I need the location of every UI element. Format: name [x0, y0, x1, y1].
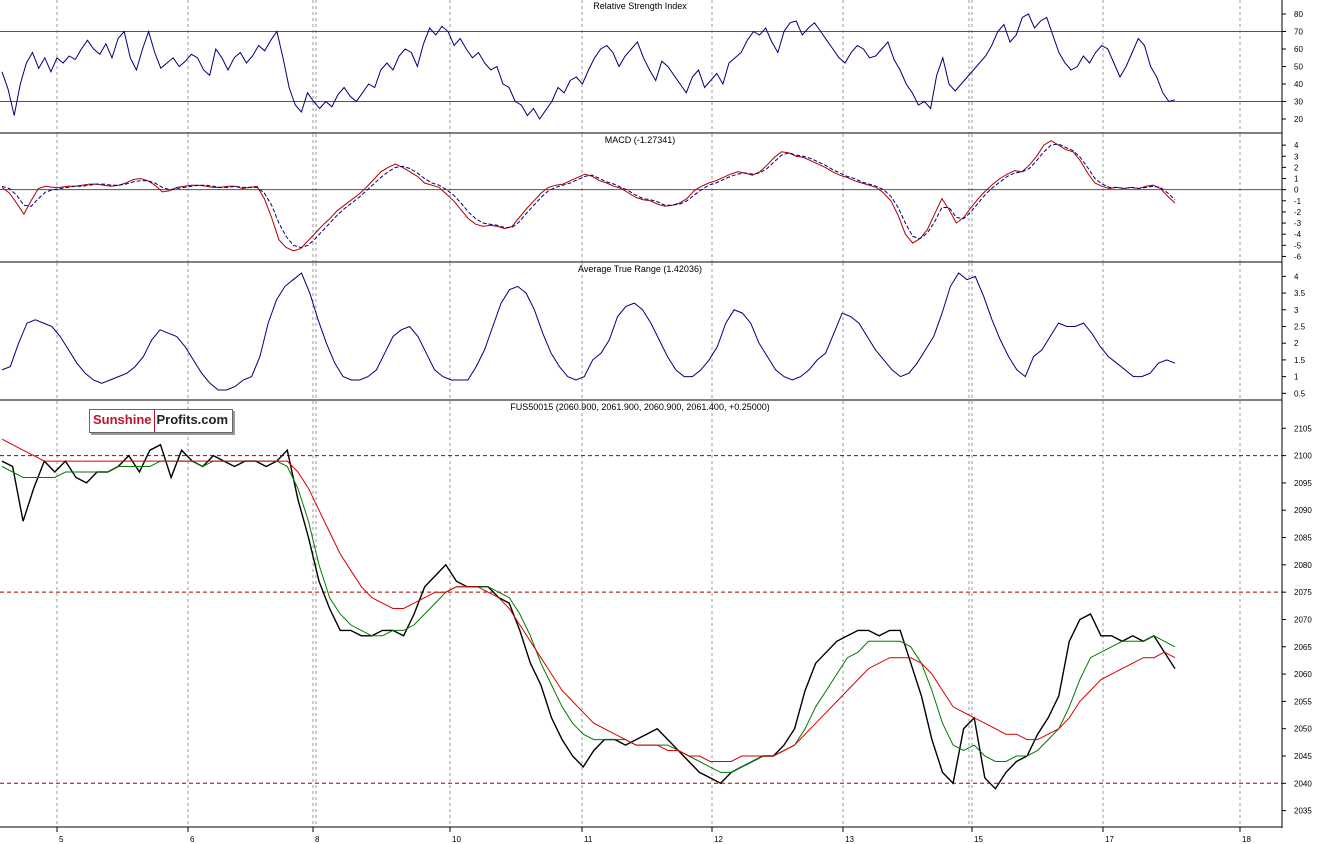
y-tick-label: -2 [1294, 208, 1302, 217]
x-tick-label: 18 [1242, 835, 1251, 844]
y-tick-label: -6 [1294, 252, 1302, 261]
x-tick-label: 11 [584, 835, 593, 844]
y-tick-label: 2035 [1294, 807, 1312, 816]
y-tick-label: 2065 [1294, 643, 1312, 652]
x-tick-label: 12 [714, 835, 723, 844]
y-tick-label: -5 [1294, 241, 1302, 250]
y-tick-label: -1 [1294, 197, 1302, 206]
y-tick-label: 3.5 [1294, 289, 1306, 298]
y-tick-label: 20 [1294, 115, 1303, 124]
logo-part-profits: Profits.com [156, 412, 229, 427]
y-tick-label: -4 [1294, 230, 1302, 239]
y-tick-label: 0 [1294, 186, 1299, 195]
y-tick-label: 2.5 [1294, 322, 1306, 331]
x-tick-label: 5 [59, 835, 64, 844]
y-tick-label: 2050 [1294, 725, 1312, 734]
y-tick-label: 0.5 [1294, 389, 1306, 398]
panel-title: Relative Strength Index [593, 1, 687, 11]
x-tick-label: 15 [974, 835, 983, 844]
panel-title: FUS50015 (2060.900, 2061.900, 2060.900, … [510, 402, 769, 412]
x-tick-label: 17 [1105, 835, 1114, 844]
x-tick-label: 13 [845, 835, 854, 844]
y-tick-label: 2090 [1294, 506, 1312, 515]
y-tick-label: 60 [1294, 45, 1303, 54]
y-tick-label: 2075 [1294, 588, 1312, 597]
y-tick-label: 2045 [1294, 752, 1312, 761]
y-tick-label: 3 [1294, 306, 1299, 315]
y-tick-label: 2105 [1294, 424, 1312, 433]
y-tick-label: 4 [1294, 141, 1299, 150]
y-tick-label: 2080 [1294, 561, 1312, 570]
y-tick-label: 2060 [1294, 670, 1312, 679]
panel-title: MACD (-1.27341) [605, 135, 676, 145]
y-tick-label: 3 [1294, 152, 1299, 161]
y-tick-label: 40 [1294, 80, 1303, 89]
y-tick-label: 80 [1294, 10, 1303, 19]
x-tick-label: 8 [315, 835, 320, 844]
y-tick-label: 2085 [1294, 534, 1312, 543]
y-tick-label: 2055 [1294, 697, 1312, 706]
x-tick-label: 6 [190, 835, 195, 844]
y-tick-label: 50 [1294, 63, 1303, 72]
y-tick-label: 2 [1294, 339, 1299, 348]
y-tick-label: 2040 [1294, 779, 1312, 788]
y-tick-label: -3 [1294, 219, 1302, 228]
sunshine-profits-logo: Sunshine Profits.com [89, 409, 234, 433]
y-tick-label: 2095 [1294, 479, 1312, 488]
x-tick-label: 10 [452, 835, 461, 844]
y-tick-label: 1 [1294, 373, 1299, 382]
y-tick-label: 1.5 [1294, 356, 1306, 365]
y-tick-label: 2070 [1294, 615, 1312, 624]
y-tick-label: 4 [1294, 272, 1299, 281]
y-tick-label: 2100 [1294, 452, 1312, 461]
panel-title: Average True Range (1.42036) [578, 264, 702, 274]
y-tick-label: 70 [1294, 28, 1303, 37]
y-tick-label: 30 [1294, 98, 1303, 107]
logo-part-sunshine: Sunshine [90, 410, 155, 432]
y-tick-label: 1 [1294, 175, 1299, 184]
y-tick-label: 2 [1294, 163, 1299, 172]
